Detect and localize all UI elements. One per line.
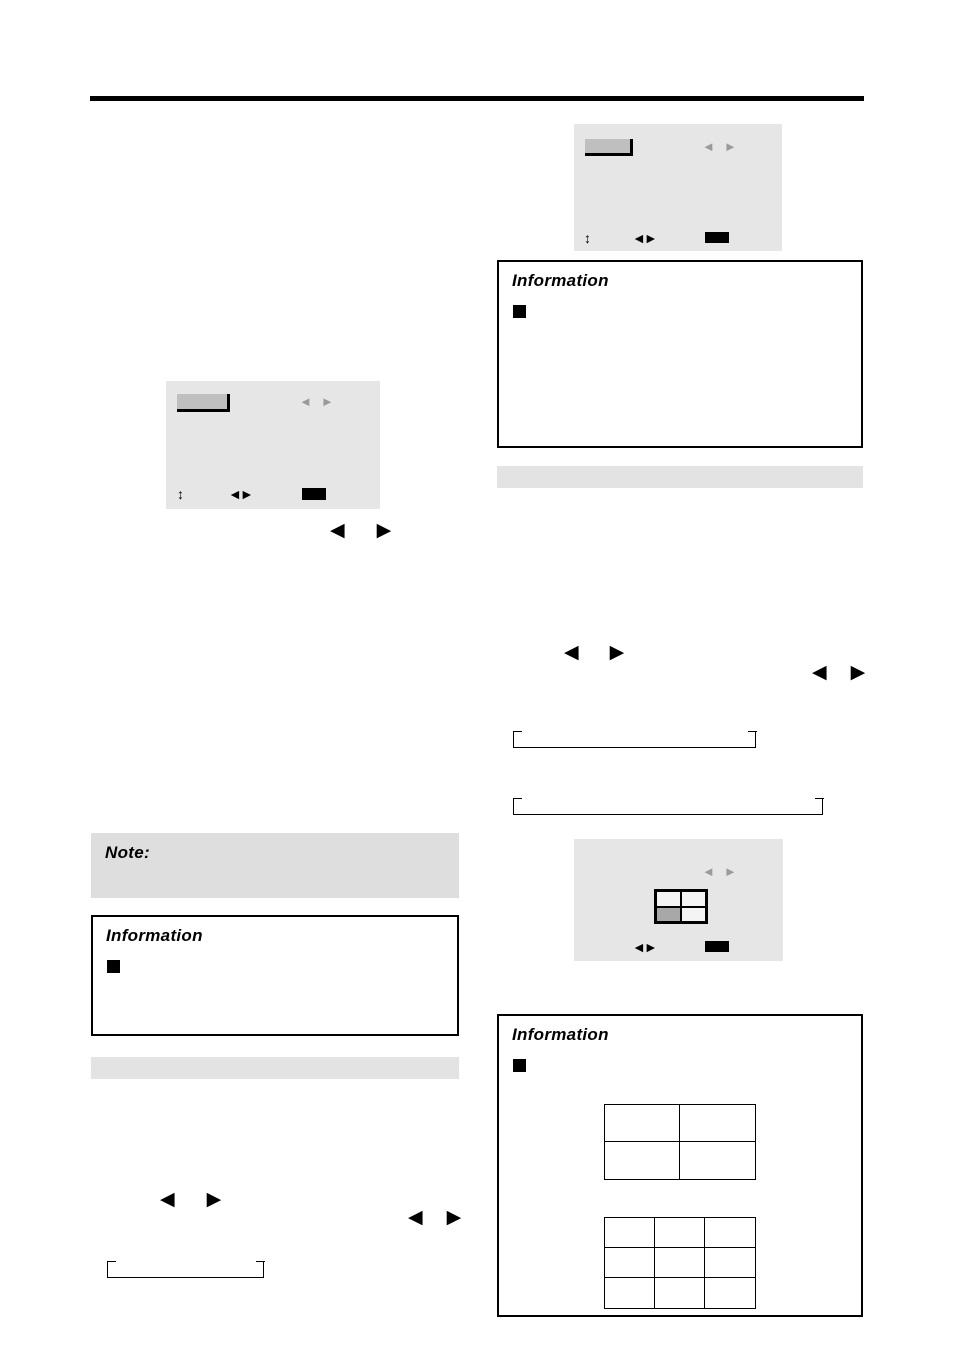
osd-menu-screenshot-bottom: ◄ ► ◄► — [574, 839, 783, 961]
osd-footer-exit-chip — [302, 488, 326, 500]
arrow-right-icon: ▶ — [446, 1207, 462, 1228]
table-cell — [604, 1104, 681, 1143]
arrow-right-icon: ► — [723, 864, 737, 879]
bracket-box-right-1 — [512, 730, 757, 748]
bracket-box-left — [106, 1260, 265, 1278]
osd-menu-screenshot: ◄ ► ↕ ◄► — [166, 381, 380, 509]
osd-highlight-bar — [177, 394, 230, 412]
osd-menu-screenshot-top: ◄ ► ↕ ◄► — [574, 124, 782, 251]
table-cell — [704, 1247, 756, 1279]
information-table-2x2 — [604, 1104, 756, 1180]
arrow-left-icon: ◀ — [408, 1207, 423, 1228]
page-header-rule — [90, 96, 864, 101]
arrow-right-icon: ▶ — [609, 642, 625, 663]
osd-footer-leftright-icon: ◄► — [632, 230, 658, 246]
arrow-right-icon: ▶ — [850, 662, 866, 683]
section-header-bar-left — [91, 1057, 459, 1079]
arrow-right-icon: ► — [723, 139, 737, 154]
arrow-left-icon: ◄ — [299, 394, 312, 409]
information-title: Information — [512, 1025, 609, 1044]
table-cell — [654, 1247, 706, 1279]
arrow-left-icon: ◀ — [160, 1189, 175, 1210]
table-cell — [654, 1277, 706, 1309]
bracket-box-right-2 — [512, 797, 824, 815]
table-cell — [679, 1141, 756, 1180]
note-box: Note: — [91, 833, 459, 898]
information-box-right-bottom: Information — [497, 1014, 863, 1317]
table-cell — [604, 1141, 681, 1180]
osd-value-arrows: ◄ ► — [702, 865, 737, 878]
osd-footer-updown-icon: ↕ — [177, 486, 184, 502]
osd-grid-cell[interactable] — [681, 891, 706, 907]
table-cell — [704, 1277, 756, 1309]
arrow-left-icon: ◀ — [564, 642, 579, 663]
osd-value-arrows: ◄ ► — [702, 140, 737, 153]
information-table-3x3 — [604, 1217, 756, 1309]
osd-footer-leftright-icon: ◄► — [632, 939, 658, 955]
arrow-right-icon: ▶ — [206, 1189, 222, 1210]
osd-grid-cell[interactable] — [656, 891, 681, 907]
arrow-left-icon: ◀ — [812, 662, 827, 683]
information-title: Information — [512, 271, 609, 290]
body-arrow-pair-right-1: ◀ ▶ — [564, 643, 624, 662]
osd-footer-exit-chip — [705, 941, 729, 952]
arrow-right-icon: ▶ — [376, 520, 392, 541]
table-cell — [704, 1217, 756, 1249]
body-arrow-pair-left-2: ◀ ▶ — [160, 1190, 221, 1209]
arrow-left-icon: ◀ — [330, 520, 345, 541]
table-cell — [604, 1217, 656, 1249]
osd-footer-updown-icon: ↕ — [584, 230, 591, 246]
osd-aspect-grid[interactable] — [654, 889, 708, 924]
osd-grid-cell[interactable] — [681, 906, 706, 922]
arrow-left-icon: ◄ — [702, 139, 715, 154]
arrow-right-icon: ► — [320, 394, 334, 409]
information-title: Information — [106, 926, 203, 945]
osd-footer-exit-chip — [705, 232, 729, 243]
section-header-bar-right — [497, 466, 863, 488]
table-cell — [604, 1277, 656, 1309]
body-arrow-pair-left-3: ◀ ▶ — [408, 1208, 461, 1227]
information-box-left: Information — [91, 915, 459, 1036]
table-cell — [604, 1247, 656, 1279]
information-box-right-top: Information — [497, 260, 863, 448]
osd-footer-leftright-icon: ◄► — [228, 486, 254, 502]
osd-grid-cell[interactable] — [656, 906, 681, 922]
bullet-square-icon — [107, 960, 120, 973]
osd-value-arrows: ◄ ► — [299, 395, 334, 408]
body-arrow-pair-right-2: ◀ ▶ — [812, 663, 865, 682]
note-title: Note: — [105, 843, 150, 862]
body-arrow-pair-left-1: ◀ ▶ — [330, 521, 391, 540]
bullet-square-icon — [513, 1059, 526, 1072]
arrow-left-icon: ◄ — [702, 864, 715, 879]
bullet-square-icon — [513, 305, 526, 318]
table-cell — [679, 1104, 756, 1143]
table-cell — [654, 1217, 706, 1249]
osd-highlight-bar — [585, 139, 633, 156]
